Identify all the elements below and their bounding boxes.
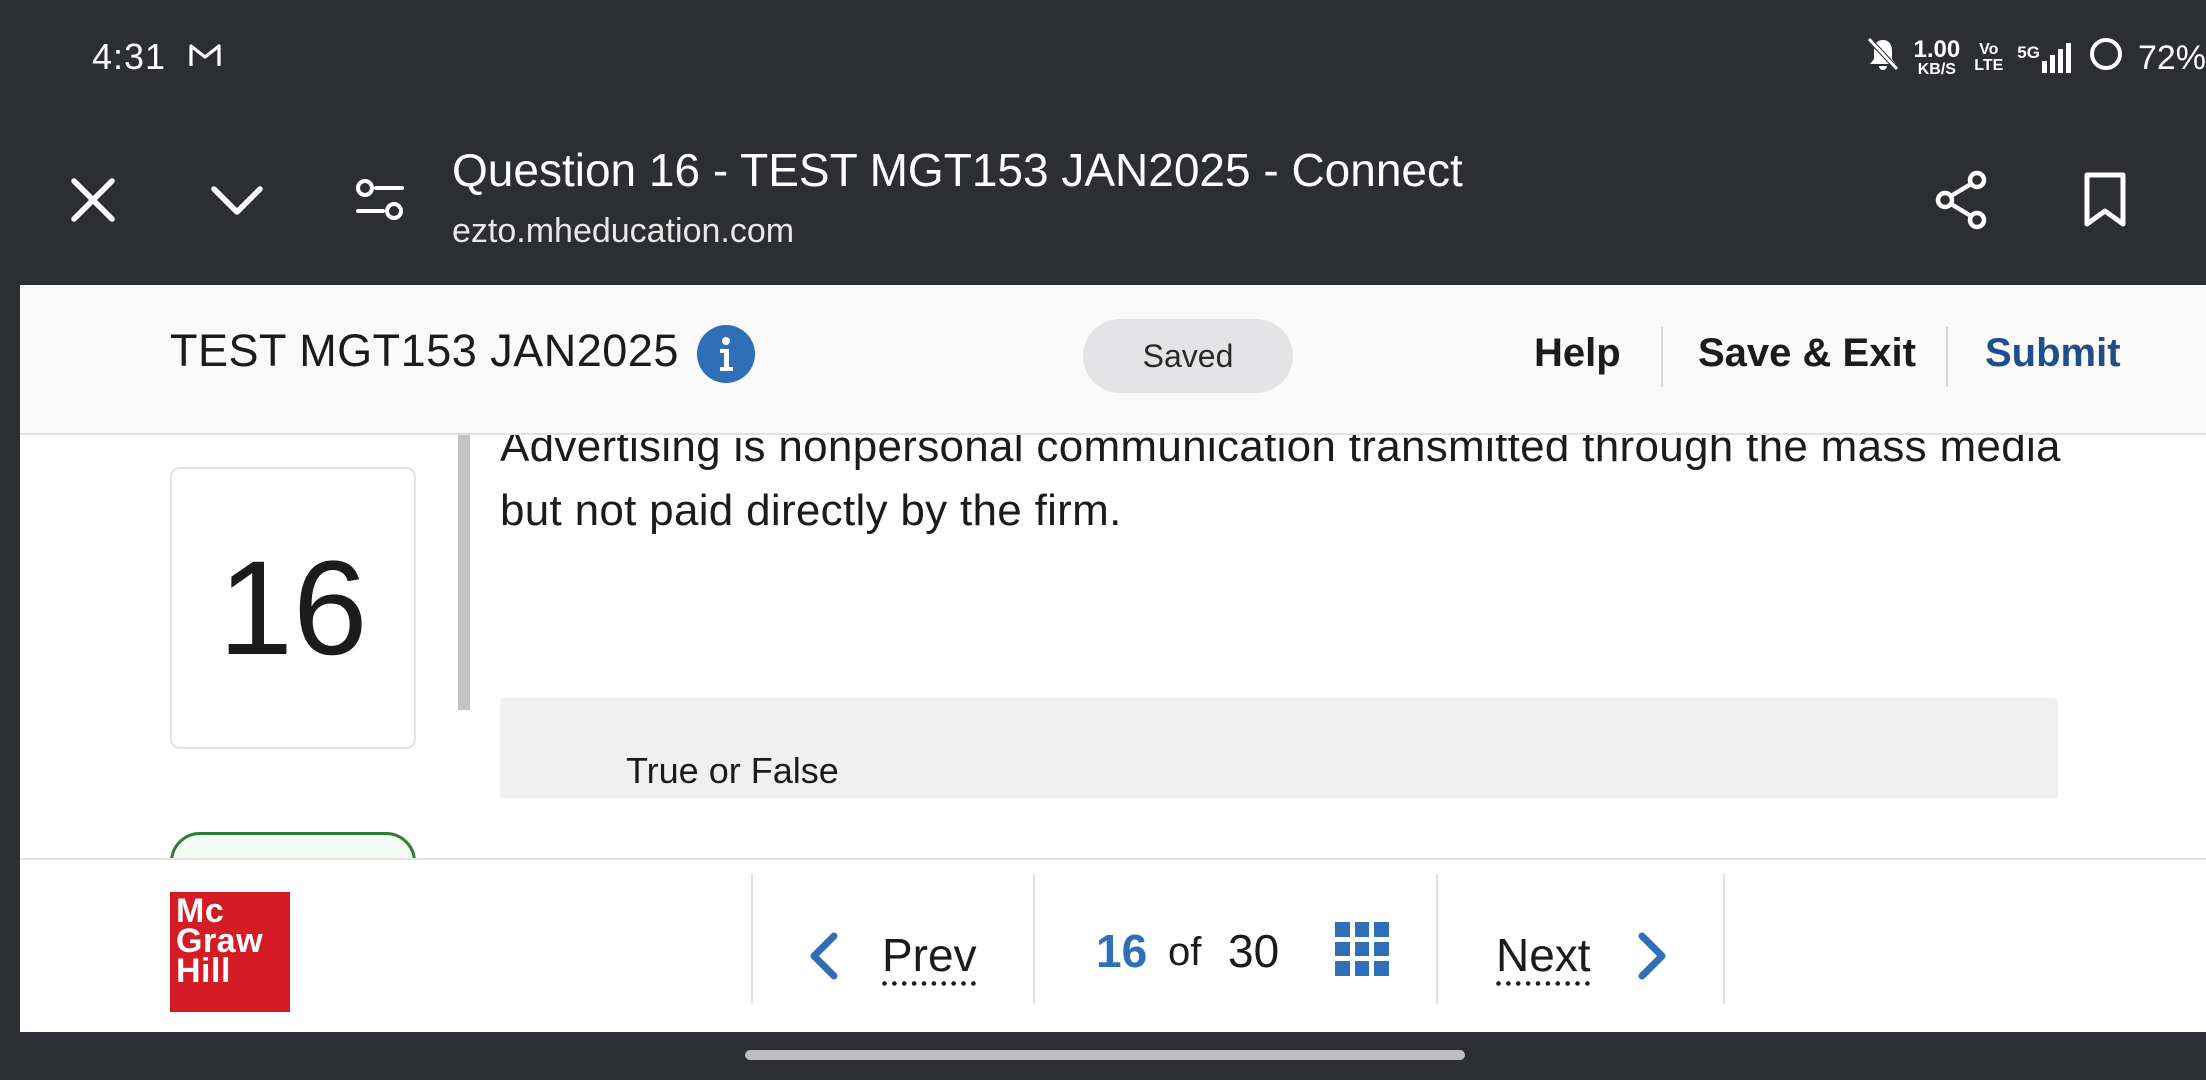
- help-button[interactable]: Help: [1534, 331, 1621, 376]
- browser-toolbar: Question 16 - TEST MGT153 JAN2025 - Conn…: [20, 115, 2206, 285]
- volte-top: Vo: [1979, 41, 1999, 58]
- share-icon[interactable]: [1926, 165, 1996, 235]
- saved-status-badge: Saved: [1083, 319, 1293, 393]
- question-number: 16: [170, 467, 416, 749]
- web-page: TEST MGT153 JAN2025 Saved Help Save & Ex…: [20, 285, 2206, 1032]
- page-url[interactable]: ezto.mheducation.com: [452, 212, 794, 251]
- chevron-left-icon[interactable]: [808, 932, 840, 985]
- bookmark-icon[interactable]: [2070, 165, 2140, 235]
- tab-page-title: Question 16 - TEST MGT153 JAN2025 - Conn…: [452, 144, 1463, 196]
- network-type: 5G: [2017, 43, 2040, 62]
- net-speed-value: 1.00: [1913, 36, 1961, 63]
- volte-indicator: Vo LTE: [1974, 42, 2003, 74]
- logo-line: Hill: [176, 952, 231, 990]
- battery-ring-icon: [2088, 36, 2124, 81]
- close-icon[interactable]: [58, 165, 128, 235]
- system-status-bar: 4:31 1.00 KB/S Vo LTE 5G 72%: [0, 0, 2206, 115]
- answer-type-label: True or False: [626, 750, 839, 791]
- current-question-number: 16: [1096, 925, 1148, 977]
- nav-divider: [1033, 874, 1035, 1004]
- mute-bell-icon: [1866, 36, 1900, 81]
- status-time: 4:31: [92, 36, 167, 77]
- next-button[interactable]: Next: [1496, 928, 1591, 982]
- battery-percent: 72%: [2137, 38, 2206, 77]
- answer-panel: True or False: [500, 698, 2058, 798]
- nav-divider: [1723, 874, 1725, 1004]
- header-divider: [1661, 327, 1663, 387]
- test-title: TEST MGT153 JAN2025: [170, 325, 679, 376]
- gesture-bar: [0, 1032, 2206, 1080]
- site-settings-icon[interactable]: [345, 165, 415, 235]
- chevron-down-icon[interactable]: [202, 165, 272, 235]
- gmail-icon: [188, 41, 222, 74]
- status-indicators: 1.00 KB/S Vo LTE 5G 72%: [1866, 36, 2206, 81]
- volte-bottom: LTE: [1974, 57, 2004, 74]
- chevron-right-icon[interactable]: [1636, 932, 1668, 985]
- header-divider: [1946, 327, 1948, 387]
- nav-divider: [1436, 874, 1438, 1004]
- total-questions: 30: [1228, 925, 1280, 977]
- page-of-label: of: [1168, 930, 1202, 974]
- save-exit-button[interactable]: Save & Exit: [1698, 331, 1916, 376]
- mcgraw-hill-logo: Mc Graw Hill: [170, 892, 290, 1012]
- signal-icon: 5G: [2017, 43, 2074, 73]
- net-speed: 1.00 KB/S: [1914, 38, 1961, 78]
- prev-button[interactable]: Prev: [882, 928, 977, 982]
- question-grid-icon[interactable]: [1335, 922, 1389, 976]
- net-speed-unit: KB/S: [1917, 61, 1956, 78]
- nav-divider: [751, 874, 753, 1004]
- submit-button[interactable]: Submit: [1985, 331, 2121, 376]
- info-icon[interactable]: [697, 325, 755, 383]
- question-divider: [458, 435, 470, 710]
- question-navigation: Mc Graw Hill Prev 16 of 30 Next: [20, 858, 2206, 1032]
- home-handle[interactable]: [745, 1050, 1465, 1060]
- assignment-header: TEST MGT153 JAN2025 Saved Help Save & Ex…: [20, 285, 2206, 435]
